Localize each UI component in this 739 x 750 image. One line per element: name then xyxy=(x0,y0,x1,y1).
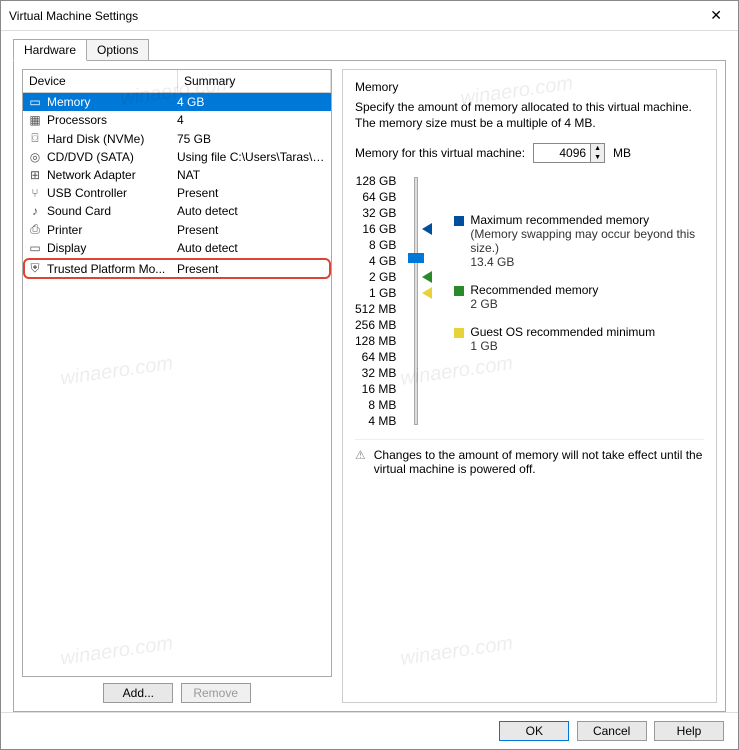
panel-description: Specify the amount of memory allocated t… xyxy=(355,100,704,131)
device-summary: NAT xyxy=(177,168,327,182)
device-row[interactable]: ▭ Memory4 GB xyxy=(23,93,331,111)
device-summary: 75 GB xyxy=(177,132,327,146)
window-title: Virtual Machine Settings xyxy=(9,9,702,23)
spin-up-icon[interactable]: ▲ xyxy=(591,144,604,153)
device-row[interactable]: ⊞ Network AdapterNAT xyxy=(23,166,331,184)
device-summary: Present xyxy=(177,186,327,200)
tick-label: 4 MB xyxy=(355,413,396,429)
device-name: CD/DVD (SATA) xyxy=(47,150,177,164)
tick-label: 8 GB xyxy=(355,237,396,253)
close-icon[interactable]: ✕ xyxy=(702,5,730,26)
tick-label: 32 GB xyxy=(355,205,396,221)
device-row[interactable]: ⛨ Trusted Platform Mo...Present xyxy=(23,258,331,279)
warning-icon: ⚠ xyxy=(355,448,366,476)
device-row[interactable]: ⌼ Hard Disk (NVMe)75 GB xyxy=(23,129,331,148)
memory-label: Memory for this virtual machine: xyxy=(355,146,525,160)
rec-pointer-icon xyxy=(422,271,432,283)
device-name: Sound Card xyxy=(47,204,177,218)
min-swatch-icon xyxy=(454,328,464,338)
help-button[interactable]: Help xyxy=(654,721,724,741)
device-icon: ⑂ xyxy=(27,186,43,200)
legend-rec-label: Recommended memory xyxy=(470,283,598,297)
tick-label: 128 MB xyxy=(355,333,396,349)
tick-label: 512 MB xyxy=(355,301,396,317)
tick-label: 256 MB xyxy=(355,317,396,333)
panel-title: Memory xyxy=(355,80,704,94)
memory-slider[interactable] xyxy=(406,173,434,429)
device-row[interactable]: ♪ Sound CardAuto detect xyxy=(23,202,331,220)
device-icon: ⛨ xyxy=(27,261,43,276)
device-summary: Auto detect xyxy=(177,241,327,255)
device-icon: ⊞ xyxy=(27,168,43,182)
legend-max-value: 13.4 GB xyxy=(470,255,704,269)
tab-options[interactable]: Options xyxy=(86,39,149,61)
device-icon: ▭ xyxy=(27,241,43,255)
device-summary: Using file C:\Users\Taras\Do... xyxy=(177,150,327,164)
legend-min-label: Guest OS recommended minimum xyxy=(470,325,655,339)
device-name: Network Adapter xyxy=(47,168,177,182)
device-name: USB Controller xyxy=(47,186,177,200)
slider-ticks: 128 GB64 GB32 GB16 GB8 GB4 GB2 GB1 GB512… xyxy=(355,173,396,429)
device-row[interactable]: ⑂ USB ControllerPresent xyxy=(23,184,331,202)
device-row[interactable]: ⎙ PrinterPresent xyxy=(23,220,331,239)
tick-label: 1 GB xyxy=(355,285,396,301)
tick-label: 32 MB xyxy=(355,365,396,381)
tick-label: 64 GB xyxy=(355,189,396,205)
tab-hardware[interactable]: Hardware xyxy=(13,39,87,61)
device-icon: ◎ xyxy=(27,150,43,164)
ok-button[interactable]: OK xyxy=(499,721,569,741)
warning-text: Changes to the amount of memory will not… xyxy=(374,448,704,476)
remove-button: Remove xyxy=(181,683,251,703)
legend-max-note: (Memory swapping may occur beyond this s… xyxy=(470,227,704,255)
device-row[interactable]: ▦ Processors4 xyxy=(23,111,331,129)
tick-label: 2 GB xyxy=(355,269,396,285)
tick-label: 16 GB xyxy=(355,221,396,237)
legend-min-value: 1 GB xyxy=(470,339,704,353)
rec-swatch-icon xyxy=(454,286,464,296)
device-name: Display xyxy=(47,241,177,255)
device-name: Trusted Platform Mo... xyxy=(47,262,177,276)
memory-unit: MB xyxy=(613,146,631,160)
tick-label: 128 GB xyxy=(355,173,396,189)
device-row[interactable]: ▭ DisplayAuto detect xyxy=(23,239,331,257)
tick-label: 64 MB xyxy=(355,349,396,365)
device-icon: ♪ xyxy=(27,204,43,218)
max-pointer-icon xyxy=(422,223,432,235)
device-icon: ⎙ xyxy=(27,222,43,237)
header-device[interactable]: Device xyxy=(23,70,178,92)
device-summary: Auto detect xyxy=(177,204,327,218)
memory-stepper[interactable]: ▲▼ xyxy=(533,143,605,163)
device-icon: ⌼ xyxy=(27,131,43,146)
tick-label: 8 MB xyxy=(355,397,396,413)
cancel-button[interactable]: Cancel xyxy=(577,721,647,741)
device-summary: Present xyxy=(177,223,327,237)
memory-input[interactable] xyxy=(534,144,590,162)
device-name: Processors xyxy=(47,113,177,127)
device-name: Hard Disk (NVMe) xyxy=(47,132,177,146)
device-name: Printer xyxy=(47,223,177,237)
device-row[interactable]: ◎ CD/DVD (SATA)Using file C:\Users\Taras\… xyxy=(23,148,331,166)
device-icon: ▦ xyxy=(27,113,43,127)
device-summary: Present xyxy=(177,262,327,276)
tick-label: 4 GB xyxy=(355,253,396,269)
device-summary: 4 xyxy=(177,113,327,127)
device-name: Memory xyxy=(47,95,177,109)
slider-thumb[interactable] xyxy=(408,253,424,263)
min-pointer-icon xyxy=(422,287,432,299)
legend-max-label: Maximum recommended memory xyxy=(470,213,649,227)
header-summary[interactable]: Summary xyxy=(178,70,331,92)
max-swatch-icon xyxy=(454,216,464,226)
tick-label: 16 MB xyxy=(355,381,396,397)
device-list[interactable]: Device Summary ▭ Memory4 GB ▦ Processors4 ⌼ H… xyxy=(22,69,332,677)
legend-rec-value: 2 GB xyxy=(470,297,704,311)
device-icon: ▭ xyxy=(27,95,43,109)
device-summary: 4 GB xyxy=(177,95,327,109)
spin-down-icon[interactable]: ▼ xyxy=(591,153,604,162)
add-button[interactable]: Add... xyxy=(103,683,173,703)
